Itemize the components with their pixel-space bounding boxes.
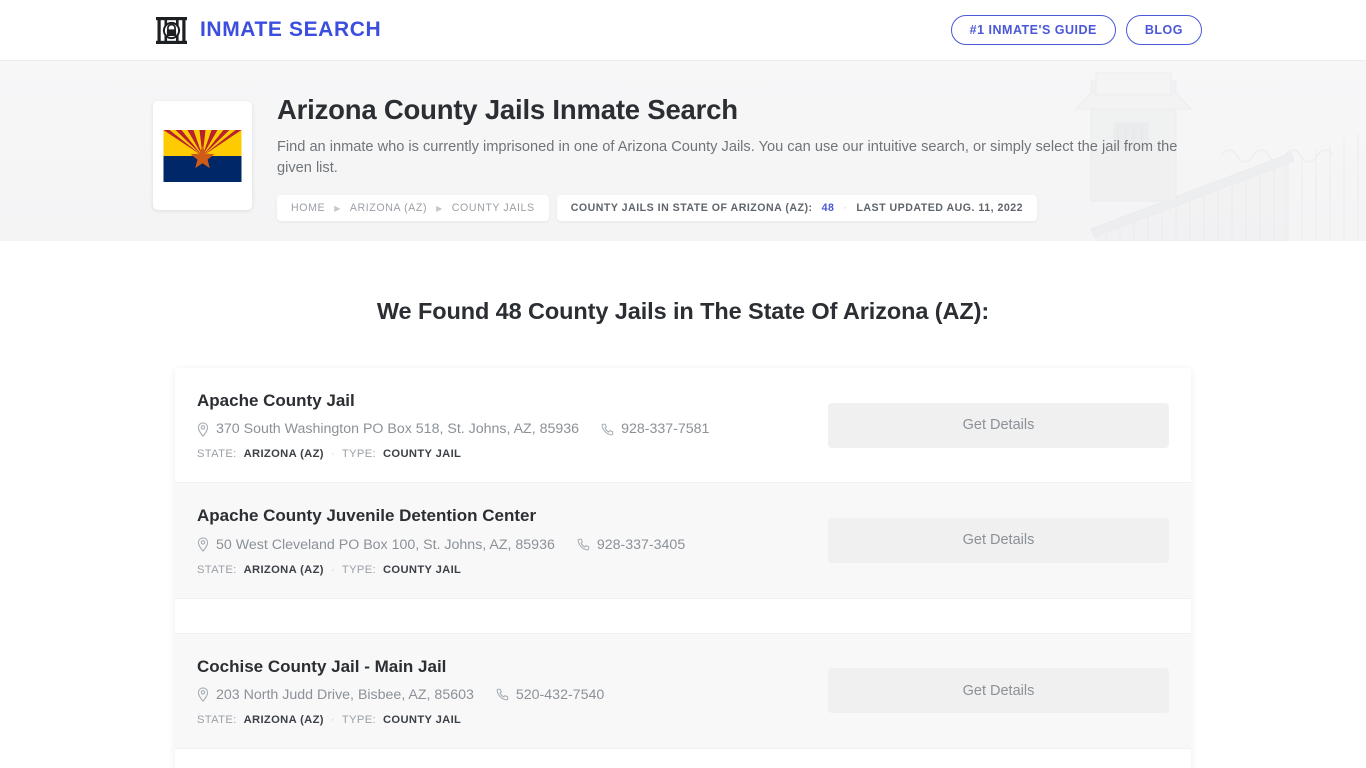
table-row[interactable]: Cochise County Jail - Main Jail 203 Nort… xyxy=(175,633,1191,749)
jail-contact: 203 North Judd Drive, Bisbee, AZ, 85603 … xyxy=(197,687,808,703)
prison-lock-icon xyxy=(155,14,188,47)
jail-count-label: COUNTY JAILS IN STATE OF ARIZONA (AZ): xyxy=(570,202,813,215)
state-flag-card xyxy=(153,101,252,210)
page-subtitle: Find an inmate who is currently imprison… xyxy=(277,139,1178,177)
jail-address-text: 50 West Cleveland PO Box 100, St. Johns,… xyxy=(216,536,555,553)
phone-icon xyxy=(577,538,590,551)
breadcrumb: HOME ▶ ARIZONA (AZ) ▶ COUNTY JAILS xyxy=(277,195,549,222)
jail-name[interactable]: Apache County Jail xyxy=(197,390,808,411)
state-prefix: STATE: xyxy=(197,563,237,576)
jail-tags: STATE: ARIZONA (AZ) · TYPE: COUNTY JAIL xyxy=(197,714,808,726)
arizona-flag-icon xyxy=(163,129,242,182)
get-details-button[interactable]: Get Details xyxy=(828,668,1169,714)
jail-address-text: 203 North Judd Drive, Bisbee, AZ, 85603 xyxy=(216,686,474,703)
jail-name[interactable]: Apache County Juvenile Detention Center xyxy=(197,505,808,526)
brand-name: INMATE SEARCH xyxy=(200,18,382,41)
table-row[interactable]: Apache County Jail 370 South Washington … xyxy=(175,368,1191,484)
tag-separator: · xyxy=(330,563,335,576)
jail-type: COUNTY JAIL xyxy=(382,713,462,726)
last-updated-label: LAST UPDATED AUG. 11, 2022 xyxy=(856,202,1024,215)
state-prefix: STATE: xyxy=(197,713,237,726)
jail-contact: 370 South Washington PO Box 518, St. Joh… xyxy=(197,421,808,437)
jail-list: Apache County Jail 370 South Washington … xyxy=(175,368,1191,768)
table-row[interactable]: Cochise County Jail - Sierra Vista Get D… xyxy=(175,748,1191,768)
table-row[interactable]: Apache County Juvenile Detention Center … xyxy=(175,483,1191,599)
jail-phone: 928-337-7581 xyxy=(601,421,709,437)
jail-info: Cochise County Jail - Main Jail 203 Nort… xyxy=(197,656,808,726)
stats-pill: COUNTY JAILS IN STATE OF ARIZONA (AZ): 4… xyxy=(556,195,1038,222)
jail-info: Apache County Jail 370 South Washington … xyxy=(197,390,808,460)
brand-logo-link[interactable]: INMATE SEARCH xyxy=(155,14,381,47)
breadcrumb-item-home[interactable]: HOME xyxy=(291,202,325,214)
breadcrumb-item-arizona[interactable]: ARIZONA (AZ) xyxy=(350,202,427,214)
chevron-right-icon: ▶ xyxy=(334,203,341,213)
jail-tags: STATE: ARIZONA (AZ) · TYPE: COUNTY JAIL xyxy=(197,564,808,576)
tag-separator: · xyxy=(330,713,335,726)
blog-button[interactable]: BLOG xyxy=(1125,14,1202,46)
type-prefix: TYPE: xyxy=(341,448,376,461)
inmates-guide-button[interactable]: #1 INMATE'S GUIDE xyxy=(950,14,1116,46)
page-title: Arizona County Jails Inmate Search xyxy=(277,94,738,125)
chevron-right-icon: ▶ xyxy=(436,203,443,213)
jail-phone-text: 520-432-7540 xyxy=(515,686,605,703)
jail-phone: 928-337-3405 xyxy=(577,537,685,553)
type-prefix: TYPE: xyxy=(341,713,376,726)
jail-phone: 520-432-7540 xyxy=(496,687,604,703)
jail-type: COUNTY JAIL xyxy=(382,563,462,576)
jail-address: 203 North Judd Drive, Bisbee, AZ, 85603 xyxy=(197,687,474,703)
jail-address: 50 West Cleveland PO Box 100, St. Johns,… xyxy=(197,537,555,553)
jail-name[interactable]: Cochise County Jail - Main Jail xyxy=(197,656,808,677)
jail-phone-text: 928-337-7581 xyxy=(621,421,710,438)
phone-icon xyxy=(601,423,614,436)
empty-slot xyxy=(175,598,1191,634)
meta-row: HOME ▶ ARIZONA (AZ) ▶ COUNTY JAILS COUNT… xyxy=(277,195,1192,222)
location-pin-icon xyxy=(197,537,209,552)
jail-count-value: 48 xyxy=(821,202,835,215)
header-actions: #1 INMATE'S GUIDE BLOG xyxy=(950,14,1202,46)
location-pin-icon xyxy=(197,687,209,703)
jail-info: Apache County Juvenile Detention Center … xyxy=(197,505,808,575)
jail-state: ARIZONA (AZ) xyxy=(243,448,324,461)
jail-phone-text: 928-337-3405 xyxy=(596,536,686,553)
get-details-button[interactable]: Get Details xyxy=(828,402,1169,448)
hero-banner: Arizona County Jails Inmate Search Find … xyxy=(0,61,1366,241)
state-prefix: STATE: xyxy=(197,448,237,461)
get-details-button[interactable]: Get Details xyxy=(828,517,1169,563)
jail-tags: STATE: ARIZONA (AZ) · TYPE: COUNTY JAIL xyxy=(197,448,808,460)
jail-state: ARIZONA (AZ) xyxy=(243,713,324,726)
results-heading: We Found 48 County Jails in The State Of… xyxy=(376,298,990,324)
jail-type: COUNTY JAIL xyxy=(382,448,462,461)
jail-address: 370 South Washington PO Box 518, St. Joh… xyxy=(197,421,579,437)
jail-state: ARIZONA (AZ) xyxy=(243,563,324,576)
phone-icon xyxy=(496,689,509,701)
stats-separator: · xyxy=(843,202,848,215)
tag-separator: · xyxy=(330,448,335,461)
jail-contact: 50 West Cleveland PO Box 100, St. Johns,… xyxy=(197,537,808,553)
site-header: INMATE SEARCH #1 INMATE'S GUIDE BLOG xyxy=(0,0,1366,61)
location-pin-icon xyxy=(197,422,209,437)
type-prefix: TYPE: xyxy=(341,563,376,576)
breadcrumb-item-county-jails[interactable]: COUNTY JAILS xyxy=(452,202,535,214)
main-content: We Found 48 County Jails in The State Of… xyxy=(0,241,1366,768)
jail-address-text: 370 South Washington PO Box 518, St. Joh… xyxy=(216,421,580,438)
